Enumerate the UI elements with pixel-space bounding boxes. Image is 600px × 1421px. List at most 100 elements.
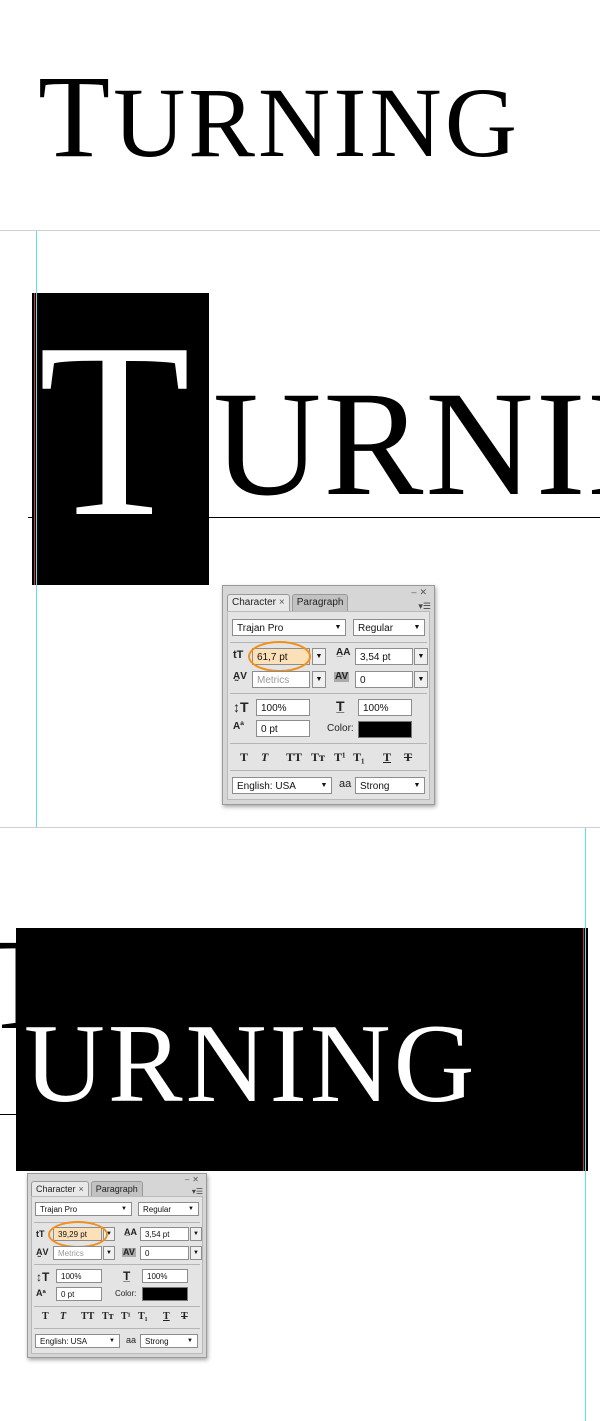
leading-icon: A̲A	[124, 1227, 137, 1237]
vertical-scale-icon: ↕T	[233, 699, 249, 715]
color-label: Color:	[327, 723, 354, 734]
strikethrough-icon[interactable]: T	[404, 751, 412, 763]
underline-icon[interactable]: T	[383, 751, 391, 763]
faux-italic-icon[interactable]: T	[261, 751, 268, 763]
horizontal-scale-field[interactable]: 100%	[358, 699, 412, 716]
antialias-select[interactable]: Strong ▼	[355, 777, 425, 794]
guide-line-vertical	[585, 828, 586, 1421]
horizontal-scale-field[interactable]: 100%	[142, 1269, 188, 1283]
tracking-field[interactable]: 0	[140, 1246, 189, 1260]
annotation-circle	[48, 1221, 108, 1248]
baseline-shift-icon: Aª	[36, 1288, 46, 1298]
font-family-select[interactable]: Trajan Pro ▼	[232, 619, 346, 636]
leading-dropdown[interactable]: ▼	[414, 648, 428, 665]
font-size-dropdown[interactable]: ▼	[312, 648, 326, 665]
kerning-field[interactable]: Metrics	[53, 1246, 102, 1260]
antialias-icon: aa	[339, 778, 352, 790]
antialias-icon: aa	[126, 1335, 137, 1345]
kerning-field[interactable]: Metrics	[252, 671, 310, 688]
horizontal-scale-icon: T̲	[123, 1269, 131, 1283]
strikethrough-icon[interactable]: T	[181, 1312, 188, 1322]
color-swatch[interactable]	[358, 721, 412, 738]
leading-field[interactable]: 3,54 pt	[140, 1227, 189, 1241]
small-caps-icon[interactable]: Tᴛ	[311, 751, 325, 763]
panel-menu-icon[interactable]: ▾☰	[192, 1187, 203, 1196]
tracking-dropdown[interactable]: ▼	[190, 1246, 202, 1260]
close-icon[interactable]: ×	[79, 1182, 84, 1196]
panel-window-controls[interactable]: –✕	[411, 587, 430, 598]
superscript-icon[interactable]: T¹	[121, 1312, 131, 1322]
vertical-scale-field[interactable]: 100%	[56, 1269, 102, 1283]
tab-character[interactable]: Character ×	[227, 594, 290, 611]
divider	[34, 1306, 200, 1307]
color-swatch[interactable]	[142, 1287, 188, 1301]
divider	[230, 693, 427, 694]
panel-body: Trajan Pro ▼ Regular ▼ tT 39,29 pt ▼ A̲A 3…	[31, 1196, 203, 1354]
letters-urning: URNING	[113, 67, 520, 178]
baseline-shift-field[interactable]: 0 pt	[56, 1287, 102, 1301]
preview-turning-word: TURNING	[0, 0, 600, 230]
font-size-icon: tT	[233, 649, 244, 661]
chevron-down-icon[interactable]: ▼	[183, 1335, 197, 1347]
leading-icon: A̲A	[336, 647, 351, 658]
divider	[34, 1328, 200, 1329]
horizontal-scale-icon: T̲	[336, 698, 345, 714]
superscript-icon[interactable]: T¹	[334, 751, 346, 763]
turning-heading: TURNING	[38, 58, 520, 176]
selected-letters-urning: URNING	[24, 1002, 478, 1126]
language-select[interactable]: English: USA ▼	[35, 1334, 120, 1348]
leading-dropdown[interactable]: ▼	[190, 1227, 202, 1241]
chevron-down-icon[interactable]: ▼	[117, 1203, 131, 1215]
tracking-icon: AV	[122, 1247, 136, 1257]
faux-bold-icon[interactable]: T	[42, 1312, 49, 1322]
all-caps-icon[interactable]: TT	[81, 1312, 94, 1322]
font-style-select[interactable]: Regular ▼	[353, 619, 425, 636]
chevron-down-icon[interactable]: ▼	[317, 778, 331, 793]
selected-letter-t: T	[38, 292, 191, 569]
kerning-icon: A̰V	[36, 1247, 49, 1257]
vertical-scale-field[interactable]: 100%	[256, 699, 310, 716]
letter-t: T	[38, 51, 114, 182]
small-caps-icon[interactable]: Tᴛ	[102, 1312, 114, 1322]
subscript-icon[interactable]: T₁	[138, 1312, 148, 1322]
chevron-down-icon[interactable]: ▼	[184, 1203, 198, 1215]
close-icon[interactable]: ×	[279, 595, 285, 611]
chevron-down-icon[interactable]: ▼	[331, 620, 345, 635]
divider	[230, 743, 427, 744]
vertical-scale-icon: ↕T	[36, 1270, 50, 1284]
kerning-icon: A̰V	[233, 671, 247, 682]
text-cursor-line	[34, 293, 35, 585]
annotation-circle	[248, 641, 311, 672]
tracking-field[interactable]: 0	[355, 671, 413, 688]
kerning-dropdown[interactable]: ▼	[312, 671, 326, 688]
faux-bold-icon[interactable]: T	[240, 751, 248, 763]
letters-urning: URNING	[213, 361, 600, 527]
text-cursor-line	[583, 928, 584, 1171]
font-family-select[interactable]: Trajan Pro ▼	[35, 1202, 132, 1216]
chevron-down-icon[interactable]: ▼	[410, 778, 424, 793]
tab-paragraph[interactable]: Paragraph	[90, 1181, 143, 1196]
color-label: Color:	[115, 1289, 137, 1298]
leading-field[interactable]: 3,54 pt	[355, 648, 413, 665]
panel-window-controls[interactable]: –✕	[185, 1175, 202, 1184]
divider	[34, 1264, 200, 1265]
font-style-select[interactable]: Regular ▼	[138, 1202, 199, 1216]
tab-paragraph[interactable]: Paragraph	[291, 594, 349, 611]
tracking-dropdown[interactable]: ▼	[414, 671, 428, 688]
chevron-down-icon[interactable]: ▼	[105, 1335, 119, 1347]
all-caps-icon[interactable]: TT	[286, 751, 302, 763]
kerning-dropdown[interactable]: ▼	[103, 1246, 115, 1260]
tab-character[interactable]: Character ×	[31, 1181, 89, 1196]
language-select[interactable]: English: USA ▼	[232, 777, 332, 794]
antialias-select[interactable]: Strong ▼	[140, 1334, 198, 1348]
character-panel-1: –✕ Character × Paragraph ▾☰ Trajan Pro ▼ R…	[222, 585, 435, 805]
font-size-icon: tT	[36, 1229, 45, 1239]
baseline-shift-field[interactable]: 0 pt	[256, 720, 310, 737]
subscript-icon[interactable]: T₁	[353, 751, 365, 763]
chevron-down-icon[interactable]: ▼	[410, 620, 424, 635]
baseline-shift-icon: Aª	[233, 721, 244, 732]
faux-italic-icon[interactable]: T	[60, 1312, 66, 1322]
tracking-icon: AV	[334, 671, 350, 682]
guide-line-vertical	[36, 231, 37, 827]
underline-icon[interactable]: T	[163, 1312, 170, 1322]
